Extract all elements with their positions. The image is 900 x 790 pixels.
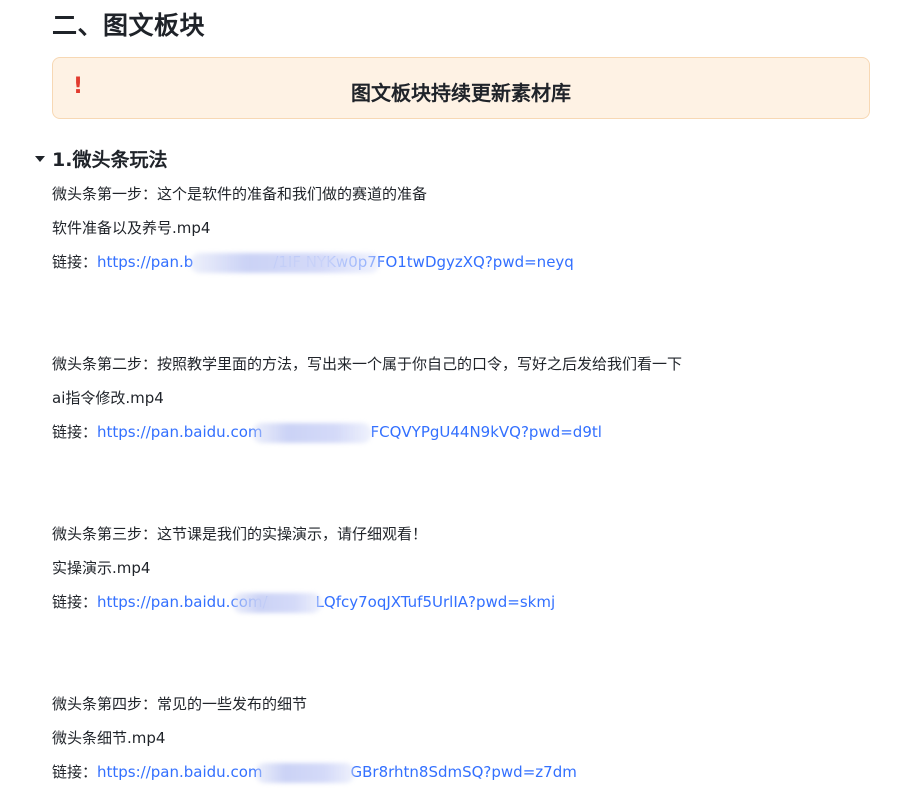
step-description: 微头条第二步：按照教学里面的方法，写出来一个属于你自己的口令，写好之后发给我们看… (52, 355, 683, 373)
subsection-title: 1.微头条玩法 (52, 149, 168, 171)
callout-box: ! 图文板块持续更新素材库 (52, 57, 870, 119)
collapse-caret-icon[interactable] (35, 155, 45, 162)
step-link-line: 链接：https://pan.baidu.com GBr8rhtn8SdmSQ?p… (52, 761, 577, 783)
step-description: 微头条第一步：这个是软件的准备和我们做的赛道的准备 (52, 185, 428, 203)
link-label: 链接： (52, 763, 98, 781)
share-link[interactable]: https://pan.baidu.com/LQfcy7oqJXTuf5UrlI… (97, 593, 555, 611)
share-link[interactable]: https://pan.b/1IF NYKw0p7FO1twDgyzXQ?pwd… (97, 253, 574, 271)
step-link-line: 链接：https://pan.baidu.com FCQVYPgU44N9kVQ?… (52, 421, 602, 443)
step-file-name: 实操演示.mp4 (52, 559, 151, 577)
section-heading: 二、图文板块 (52, 11, 206, 40)
share-link[interactable]: https://pan.baidu.com GBr8rhtn8SdmSQ?pwd=… (97, 763, 577, 781)
share-link-head: https://pan.baidu.com (97, 423, 263, 441)
document-page: 二、图文板块 ! 图文板块持续更新素材库 1.微头条玩法 微头条第一步：这个是软… (0, 0, 900, 790)
step-file-name: ai指令修改.mp4 (52, 389, 164, 407)
link-label: 链接： (52, 253, 98, 271)
share-link-head: https://pan.b (97, 253, 194, 271)
share-link-tail: GBr8rhtn8SdmSQ?pwd=z7dm (350, 763, 577, 781)
step-link-line: 链接：https://pan.b/1IF NYKw0p7FO1twDgyzXQ?… (52, 251, 574, 273)
step-link-line: 链接：https://pan.baidu.com/LQfcy7oqJXTuf5U… (52, 591, 555, 613)
step-file-name: 软件准备以及养号.mp4 (52, 219, 211, 237)
callout-text: 图文板块持续更新素材库 (351, 81, 571, 105)
step-description: 微头条第三步：这节课是我们的实操演示，请仔细观看！ (52, 525, 428, 543)
step-file-name: 微头条细节.mp4 (52, 729, 166, 747)
link-label: 链接： (52, 593, 98, 611)
share-link-tail: LQfcy7oqJXTuf5UrlIA?pwd=skmj (315, 593, 556, 611)
share-link-tail: FCQVYPgU44N9kVQ?pwd=d9tl (370, 423, 602, 441)
share-link[interactable]: https://pan.baidu.com FCQVYPgU44N9kVQ?pwd… (97, 423, 602, 441)
step-description: 微头条第四步：常见的一些发布的细节 (52, 695, 308, 713)
share-link-tail: /1IF NYKw0p7FO1twDgyzXQ?pwd=neyq (273, 253, 574, 271)
link-label: 链接： (52, 423, 98, 441)
subsection-heading[interactable]: 1.微头条玩法 (35, 145, 167, 172)
share-link-head: https://pan.baidu.com/ (97, 593, 268, 611)
share-link-head: https://pan.baidu.com (97, 763, 263, 781)
